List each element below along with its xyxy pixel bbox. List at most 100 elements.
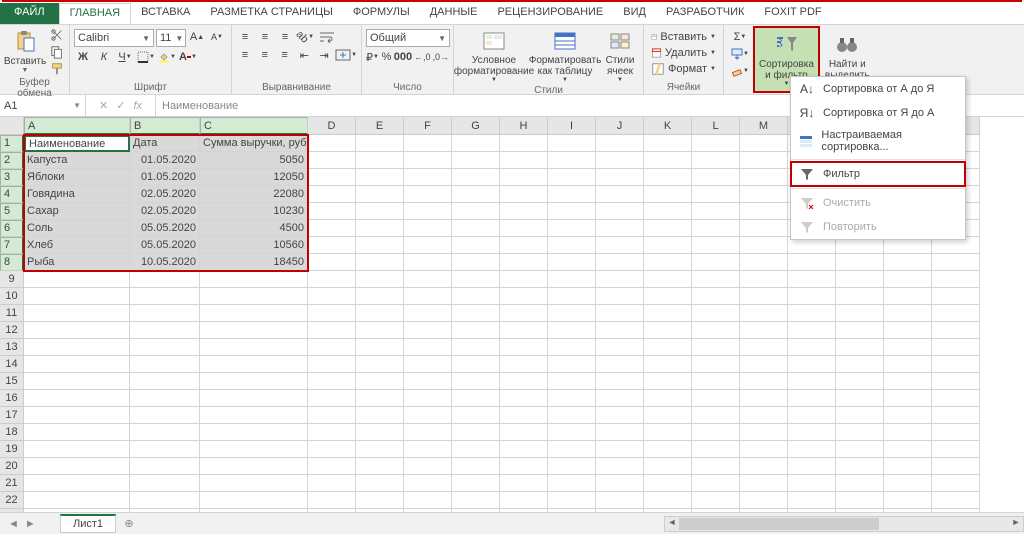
row-header[interactable]: 6 [0, 220, 24, 237]
cell[interactable] [788, 288, 836, 305]
cell[interactable] [740, 254, 788, 271]
cell[interactable] [500, 254, 548, 271]
cell[interactable] [692, 305, 740, 322]
cell[interactable] [308, 254, 356, 271]
cell[interactable] [200, 356, 308, 373]
cell[interactable] [500, 475, 548, 492]
cell[interactable] [596, 305, 644, 322]
cell[interactable] [24, 373, 130, 390]
cell[interactable] [548, 373, 596, 390]
cell[interactable] [308, 339, 356, 356]
cell[interactable] [308, 135, 356, 152]
row-header[interactable]: 16 [0, 390, 24, 407]
cell[interactable] [130, 475, 200, 492]
cell[interactable] [548, 492, 596, 509]
col-header[interactable]: H [500, 117, 548, 135]
cell[interactable] [500, 492, 548, 509]
row-header[interactable]: 11 [0, 305, 24, 322]
cell[interactable] [500, 322, 548, 339]
cell[interactable] [500, 237, 548, 254]
cell[interactable] [356, 441, 404, 458]
cell[interactable] [644, 135, 692, 152]
row-header[interactable]: 17 [0, 407, 24, 424]
cell[interactable] [836, 424, 884, 441]
cell[interactable] [932, 322, 980, 339]
col-header[interactable]: L [692, 117, 740, 135]
cell[interactable] [356, 492, 404, 509]
cell[interactable] [644, 220, 692, 237]
cell[interactable] [884, 373, 932, 390]
cell[interactable]: Хлеб [24, 237, 130, 254]
cell[interactable] [836, 373, 884, 390]
cell[interactable] [200, 322, 308, 339]
cell[interactable] [452, 458, 500, 475]
cell[interactable] [740, 271, 788, 288]
cell[interactable] [596, 441, 644, 458]
tab-вид[interactable]: ВИД [613, 3, 656, 24]
cell[interactable] [884, 492, 932, 509]
cell[interactable] [356, 288, 404, 305]
delete-cells-button[interactable]: Удалить▼ [648, 45, 719, 61]
cell[interactable] [836, 475, 884, 492]
cell[interactable] [644, 305, 692, 322]
cell[interactable] [884, 339, 932, 356]
col-header[interactable]: K [644, 117, 692, 135]
align-middle-button[interactable]: ≡ [256, 29, 274, 45]
cell[interactable] [500, 305, 548, 322]
cell[interactable] [596, 135, 644, 152]
cell[interactable] [740, 356, 788, 373]
cell[interactable] [452, 339, 500, 356]
cell[interactable] [24, 339, 130, 356]
cell[interactable] [24, 475, 130, 492]
cell[interactable]: 18450 [200, 254, 308, 271]
cell[interactable] [884, 254, 932, 271]
row-header[interactable]: 20 [0, 458, 24, 475]
align-top-button[interactable]: ≡ [236, 29, 254, 45]
cell[interactable] [130, 305, 200, 322]
cell[interactable] [836, 458, 884, 475]
align-left-button[interactable]: ≡ [236, 47, 254, 63]
inc-decimal-button[interactable]: ←,0 [414, 49, 431, 65]
cell[interactable] [404, 373, 452, 390]
cell[interactable] [740, 441, 788, 458]
cell[interactable]: 05.05.2020 [130, 220, 200, 237]
cell[interactable] [836, 339, 884, 356]
cell[interactable] [308, 424, 356, 441]
cell[interactable] [130, 288, 200, 305]
cell[interactable] [692, 186, 740, 203]
col-header[interactable]: C [200, 117, 308, 135]
cell[interactable] [740, 220, 788, 237]
cell[interactable] [692, 458, 740, 475]
cell[interactable] [308, 288, 356, 305]
cell[interactable] [692, 220, 740, 237]
cell[interactable] [308, 356, 356, 373]
cell[interactable] [788, 254, 836, 271]
cell[interactable] [404, 220, 452, 237]
cell[interactable] [644, 203, 692, 220]
cell[interactable]: 10560 [200, 237, 308, 254]
row-header[interactable]: 18 [0, 424, 24, 441]
cell[interactable] [788, 458, 836, 475]
cell[interactable] [548, 339, 596, 356]
cell[interactable] [740, 305, 788, 322]
cell[interactable] [452, 373, 500, 390]
format-painter-button[interactable] [48, 61, 66, 77]
cell[interactable] [356, 458, 404, 475]
cell[interactable] [200, 390, 308, 407]
cell[interactable] [740, 424, 788, 441]
copy-button[interactable] [48, 44, 66, 60]
cell[interactable] [500, 271, 548, 288]
cell[interactable] [596, 407, 644, 424]
cell[interactable] [788, 475, 836, 492]
cell[interactable] [740, 237, 788, 254]
align-right-button[interactable]: ≡ [276, 47, 294, 63]
cell[interactable] [692, 237, 740, 254]
cell[interactable] [644, 424, 692, 441]
cell[interactable] [932, 424, 980, 441]
cell[interactable] [932, 305, 980, 322]
cell[interactable] [548, 305, 596, 322]
cell[interactable] [692, 203, 740, 220]
cell[interactable] [404, 288, 452, 305]
cell[interactable] [596, 169, 644, 186]
cell[interactable]: 05.05.2020 [130, 237, 200, 254]
